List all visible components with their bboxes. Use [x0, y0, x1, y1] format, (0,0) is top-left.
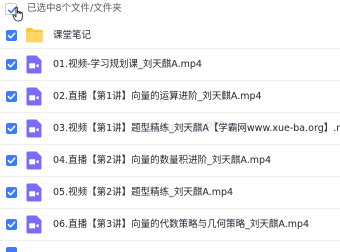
check-icon	[7, 61, 16, 68]
file-name[interactable]: 03.视频【第1讲】题型精练_刘天麒A【学霸网www.xue-ba.org】.m…	[53, 122, 340, 136]
list-item-video[interactable]: 05.视频【第2讲】题型精练_刘天麒A.mp4	[0, 177, 340, 209]
row-checkbox[interactable]	[6, 187, 17, 198]
file-list: 课堂笔记 01.视频-学习规划课_刘天麒A.mp4 02.直播【第1讲】向量的运…	[0, 22, 340, 252]
file-selection-panel: 已选中8个文件/文件夹 课堂笔记 01.视频-学习规划课_刘天麒A.mp4 02…	[0, 0, 340, 252]
video-file-icon	[26, 55, 42, 74]
check-icon	[7, 221, 16, 228]
video-file-icon	[26, 119, 42, 138]
row-checkbox[interactable]	[6, 59, 17, 70]
file-name[interactable]: 02.直播【第1讲】向量的运算进阶_刘天麒A.mp4	[53, 90, 262, 104]
row-checkbox[interactable]	[6, 123, 17, 134]
check-icon	[7, 125, 16, 132]
file-name[interactable]: 05.视频【第2讲】题型精练_刘天麒A.mp4	[53, 186, 233, 200]
file-name[interactable]: 课堂笔记	[53, 29, 91, 43]
check-icon	[7, 32, 16, 39]
row-checkbox[interactable]	[6, 155, 17, 166]
hand-cursor-icon	[12, 6, 23, 22]
list-item-folder[interactable]: 课堂笔记	[0, 22, 340, 49]
row-checkbox[interactable]	[6, 91, 17, 102]
selection-header: 已选中8个文件/文件夹	[0, 0, 340, 22]
video-file-icon	[26, 183, 42, 202]
check-icon	[7, 93, 16, 100]
list-item-video[interactable]: 04.直播【第2讲】向量的数量积进阶_刘天麒A.mp4	[0, 145, 340, 177]
row-checkbox[interactable]	[6, 247, 17, 252]
check-icon	[7, 157, 16, 164]
folder-icon	[26, 28, 43, 43]
list-item-video[interactable]: 03.视频【第1讲】题型精练_刘天麒A【学霸网www.xue-ba.org】.m…	[0, 113, 340, 145]
video-file-icon	[26, 151, 42, 170]
video-file-icon	[26, 87, 42, 106]
check-icon	[7, 189, 16, 196]
file-name[interactable]: 04.直播【第2讲】向量的数量积进阶_刘天麒A.mp4	[53, 154, 271, 168]
list-item-video[interactable]: 06.直播【第3讲】向量的代数策略与几何策略_刘天麒A.mp4	[0, 209, 340, 241]
list-item-partial[interactable]	[0, 241, 340, 252]
row-checkbox[interactable]	[6, 219, 17, 230]
file-name[interactable]: 01.视频-学习规划课_刘天麒A.mp4	[53, 58, 202, 72]
file-name[interactable]: 06.直播【第3讲】向量的代数策略与几何策略_刘天麒A.mp4	[53, 218, 309, 232]
row-checkbox[interactable]	[6, 30, 17, 41]
list-item-video[interactable]: 02.直播【第1讲】向量的运算进阶_刘天麒A.mp4	[0, 81, 340, 113]
list-item-video[interactable]: 01.视频-学习规划课_刘天麒A.mp4	[0, 49, 340, 81]
video-file-icon	[26, 215, 42, 234]
selection-count-text: 已选中8个文件/文件夹	[27, 3, 122, 14]
